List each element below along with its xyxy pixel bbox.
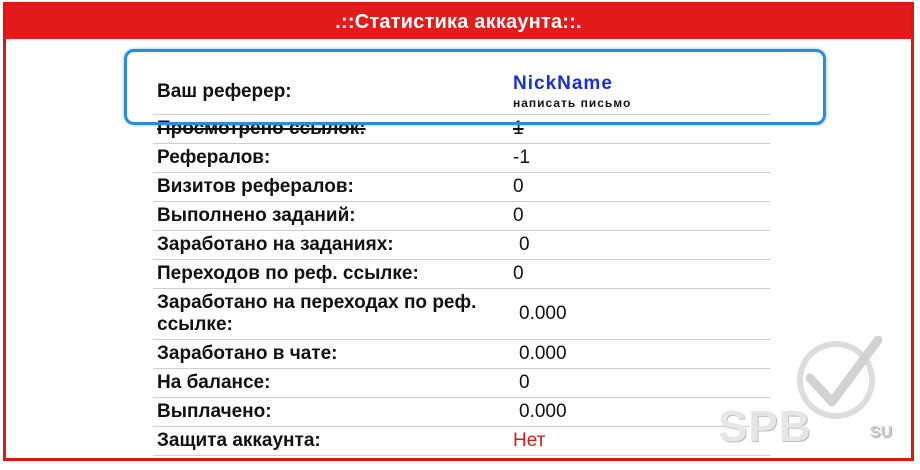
stat-label: Выплачено:: [157, 401, 272, 422]
stat-row-ref-link-clicks: Переходов по реф. ссылке: 0: [153, 260, 770, 289]
stat-row-balance: На балансе: 0: [153, 369, 770, 398]
stat-value: 0: [513, 176, 524, 197]
stat-row-referrals: Рефералов: -1: [153, 144, 770, 173]
panel-title: .::Статистика аккаунта::.: [6, 5, 911, 39]
stat-label: Заработано на переходах по реф. ссылке:: [157, 292, 477, 335]
site-watermark-logo: SPB SU: [718, 336, 898, 456]
stat-label: Визитов рефералов:: [157, 176, 354, 197]
stat-value: 0.000: [519, 303, 567, 324]
stat-label: Выполнено заданий:: [157, 205, 356, 226]
stat-row-earned-tasks: Заработано на заданиях: 0: [153, 231, 770, 260]
stat-value: 0: [519, 234, 530, 255]
stat-row-tasks-done: Выполнено заданий: 0: [153, 202, 770, 231]
watermark-text: SPB: [718, 402, 812, 451]
stat-value: 0: [513, 205, 524, 226]
stat-label: Заработано на заданиях:: [157, 234, 394, 255]
stat-row-account-protection: Защита аккаунта: Нет: [153, 427, 770, 456]
stat-label: На балансе:: [157, 372, 271, 393]
stat-row-referral-visits: Визитов рефералов: 0: [153, 173, 770, 202]
stat-value: -1: [513, 147, 530, 168]
watermark-suffix: SU: [869, 424, 892, 441]
stat-row-earned-ref-clicks: Заработано на переходах по реф. ссылке: …: [153, 289, 770, 340]
stat-label: Защита аккаунта:: [157, 430, 321, 451]
stat-label: Заработано в чате:: [157, 343, 338, 364]
referrer-highlight-frame: [124, 49, 826, 125]
stat-row-earned-chat: Заработано в чате: 0.000: [153, 340, 770, 369]
stat-row-paid-out: Выплачено: 0.000: [153, 398, 770, 427]
stat-value: 0: [513, 263, 524, 284]
stat-label: Переходов по реф. ссылке:: [157, 263, 419, 284]
stat-label: Рефералов:: [157, 147, 271, 168]
